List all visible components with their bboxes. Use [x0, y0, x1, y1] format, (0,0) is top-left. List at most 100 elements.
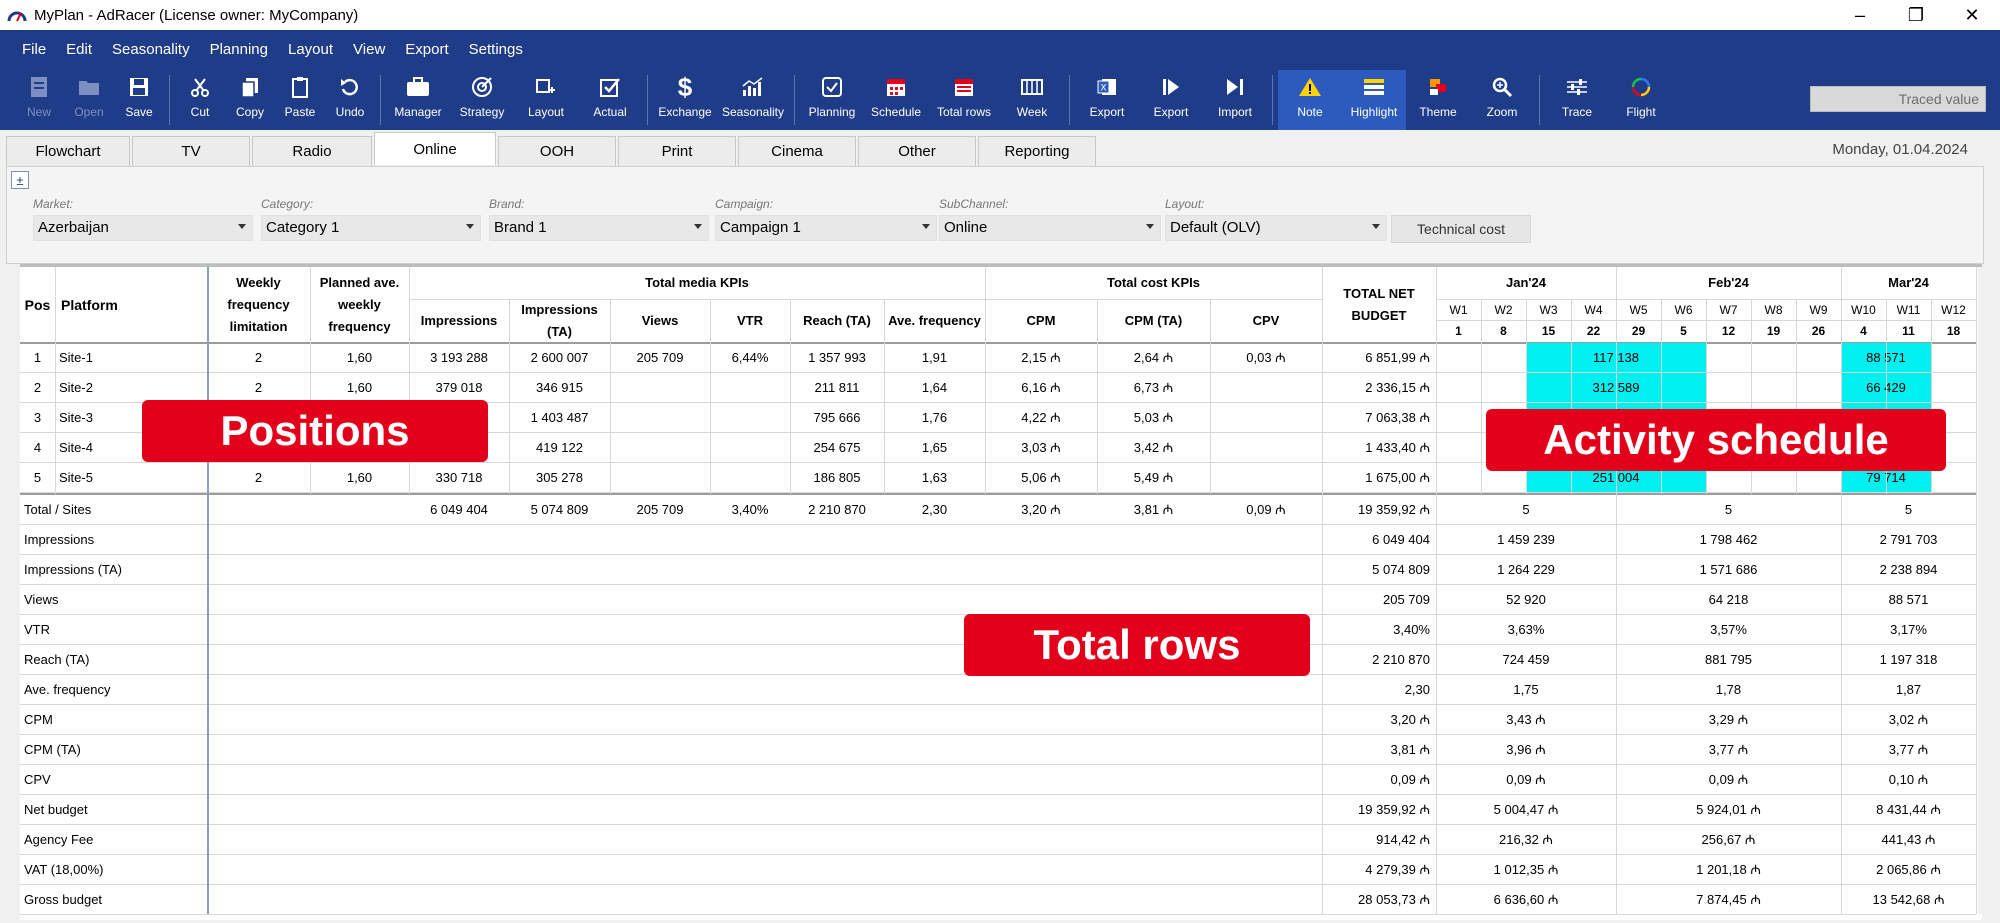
- brand-select[interactable]: Brand 1: [489, 215, 709, 241]
- kpi-value: 205 709: [636, 349, 684, 365]
- total-sites-label: Total / Sites: [24, 501, 92, 517]
- briefcase-icon: [405, 70, 431, 104]
- actual-button[interactable]: Actual: [578, 70, 642, 130]
- market-select[interactable]: Azerbaijan: [33, 215, 253, 241]
- layout-select[interactable]: Default (OLV): [1165, 215, 1387, 241]
- kpi-value: 254 675: [813, 439, 861, 455]
- trace-button[interactable]: Trace: [1545, 70, 1609, 130]
- tab-cinema[interactable]: Cinema: [738, 136, 856, 166]
- category-select[interactable]: Category 1: [261, 215, 481, 241]
- tab-reporting[interactable]: Reporting: [978, 136, 1096, 166]
- manager-button[interactable]: Manager: [386, 70, 450, 130]
- close-button[interactable]: ✕: [1944, 0, 2000, 30]
- minimize-button[interactable]: –: [1832, 0, 1888, 30]
- undo-button[interactable]: Undo: [325, 70, 375, 130]
- header-pos: Pos: [24, 296, 51, 313]
- kpi-value: 186 805: [813, 469, 861, 485]
- header-week: W12: [1941, 302, 1966, 317]
- import-button[interactable]: Import: [1203, 70, 1267, 130]
- menu-planning[interactable]: Planning: [200, 30, 278, 70]
- week-button[interactable]: Week: [1000, 70, 1064, 130]
- filter-layout-label: Layout:: [1165, 197, 1205, 211]
- theme-button[interactable]: Theme: [1406, 70, 1470, 130]
- total-rows-button[interactable]: Total rows: [928, 70, 1000, 130]
- menu-seasonality[interactable]: Seasonality: [102, 30, 200, 70]
- export-excel-button[interactable]: X Export: [1075, 70, 1139, 130]
- tab-other[interactable]: Other: [858, 136, 976, 166]
- menu-file[interactable]: File: [12, 30, 56, 70]
- header-week: W10: [1851, 302, 1876, 317]
- cut-button[interactable]: Cut: [175, 70, 225, 130]
- traced-value-field[interactable]: Traced value: [1810, 86, 1986, 112]
- kpi-value: 2,64 ₼: [1133, 350, 1174, 365]
- technical-cost-button[interactable]: Technical cost: [1391, 215, 1531, 243]
- flight-button[interactable]: Flight: [1609, 70, 1673, 130]
- layout-button[interactable]: Layout: [514, 70, 578, 130]
- calendar-sum-icon: [953, 70, 975, 104]
- expand-toggle-button[interactable]: ±: [11, 171, 29, 189]
- kpi-value: 4,22 ₼: [1021, 410, 1061, 425]
- grid-line: [509, 299, 510, 494]
- tab-radio[interactable]: Radio: [252, 136, 372, 166]
- grid-line: [1616, 267, 1617, 914]
- new-doc-icon: [28, 70, 50, 104]
- kpi-value: 3,03 ₼: [1021, 440, 1061, 455]
- header-media-col: Reach (TA): [803, 312, 871, 328]
- kpi-value: 1,76: [921, 409, 948, 425]
- toolbar-separator: [1272, 75, 1273, 125]
- note-button[interactable]: Note: [1278, 70, 1342, 130]
- flight-icon: [1629, 70, 1653, 104]
- title-bar: MyPlan - AdRacer (License owner: MyCompa…: [0, 0, 2000, 30]
- header-media-col: Impressions (TA): [521, 301, 598, 339]
- zoom-icon: [1491, 70, 1513, 104]
- new-button[interactable]: New: [14, 70, 64, 130]
- total-row-month-value: 2 065,86 ₼: [1876, 862, 1941, 877]
- highlight-button[interactable]: Highlight: [1342, 70, 1406, 130]
- tab-print[interactable]: Print: [618, 136, 736, 166]
- header-day: 18: [1946, 323, 1961, 338]
- total-row-value: 3,81 ₼: [1390, 742, 1430, 757]
- schedule-button[interactable]: Schedule: [864, 70, 928, 130]
- kpi-value: 2,15 ₼: [1021, 350, 1061, 365]
- copy-button[interactable]: Copy: [225, 70, 275, 130]
- maximize-button[interactable]: ❐: [1888, 0, 1944, 30]
- menu-layout[interactable]: Layout: [278, 30, 343, 70]
- tab-flowchart[interactable]: Flowchart: [6, 136, 130, 166]
- tab-tv[interactable]: TV: [132, 136, 250, 166]
- paste-button[interactable]: Paste: [275, 70, 325, 130]
- total-row-value: 5 074 809: [1372, 561, 1430, 577]
- strategy-button[interactable]: Strategy: [450, 70, 514, 130]
- kpi-value: [710, 372, 790, 402]
- seasonality-button[interactable]: Seasonality: [717, 70, 789, 130]
- exchange-button[interactable]: $ Exchange: [653, 70, 717, 130]
- menu-export[interactable]: Export: [395, 30, 458, 70]
- positions-callout: Positions: [142, 400, 488, 462]
- total-row-month-value: 2 238 894: [1879, 561, 1938, 577]
- campaign-select[interactable]: Campaign 1: [715, 215, 937, 241]
- filter-category-label: Category:: [261, 197, 314, 211]
- total-row-label: Net budget: [24, 801, 88, 817]
- kpi-value: 5,06 ₼: [1021, 470, 1061, 485]
- total-kpi-value: 0,09 ₼: [1246, 502, 1286, 517]
- toolbar-separator: [794, 75, 795, 125]
- header-week: W6: [1674, 302, 1693, 317]
- save-button[interactable]: Save: [114, 70, 164, 130]
- vertical-scrollbar[interactable]: [1978, 267, 1982, 914]
- planning-button[interactable]: Planning: [800, 70, 864, 130]
- export-button[interactable]: Export: [1139, 70, 1203, 130]
- planned-frequency-value: 1,60: [346, 379, 373, 395]
- zoom-button[interactable]: Zoom: [1470, 70, 1534, 130]
- total-net-budget-value: 6 851,99 ₼: [1365, 350, 1430, 365]
- total-row-month-value: 216,32 ₼: [1499, 832, 1553, 847]
- tab-ooh[interactable]: OOH: [498, 136, 616, 166]
- toolbar-separator: [1069, 75, 1070, 125]
- menu-settings[interactable]: Settings: [459, 30, 533, 70]
- kpi-value: 3,42 ₼: [1133, 440, 1174, 455]
- open-button[interactable]: Open: [64, 70, 114, 130]
- menu-view[interactable]: View: [343, 30, 395, 70]
- tab-online[interactable]: Online: [374, 132, 496, 165]
- total-row-label: CPM: [24, 711, 53, 727]
- menu-edit[interactable]: Edit: [56, 30, 102, 70]
- window-title: MyPlan - AdRacer (License owner: MyCompa…: [34, 6, 359, 24]
- subchannel-select[interactable]: Online: [939, 215, 1161, 241]
